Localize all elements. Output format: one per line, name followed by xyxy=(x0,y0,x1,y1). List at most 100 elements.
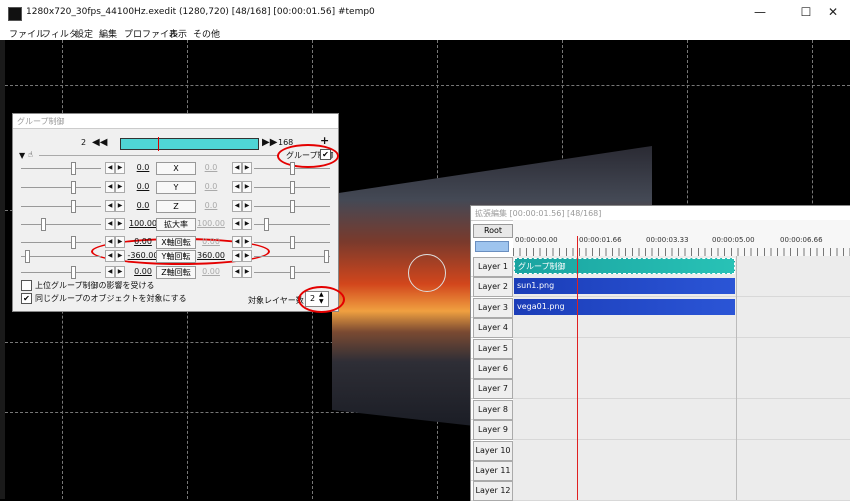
param-name-button[interactable]: X xyxy=(156,162,196,175)
increment-right-button[interactable]: ▶ xyxy=(242,266,252,278)
menu-view[interactable]: 表示 xyxy=(169,27,187,40)
param-left-slider[interactable] xyxy=(21,236,101,249)
param-right-slider[interactable] xyxy=(254,236,330,249)
slider-thumb[interactable] xyxy=(290,162,295,175)
param-right-value[interactable]: 0.0 xyxy=(191,163,231,172)
layer-track[interactable] xyxy=(513,337,850,358)
slider-thumb[interactable] xyxy=(290,266,295,279)
layer-label[interactable]: Layer 12 xyxy=(473,481,513,501)
param-right-value[interactable]: 360.00 xyxy=(191,251,231,260)
maximize-button[interactable]: ☐ xyxy=(796,4,816,20)
collapse-triangle-icon[interactable]: ▼ xyxy=(19,151,25,160)
param-right-value[interactable]: 0.00 xyxy=(191,237,231,246)
frame-range-slider[interactable] xyxy=(120,137,259,151)
menu-filter[interactable]: フィルタ xyxy=(42,27,78,40)
param-left-slider[interactable] xyxy=(21,162,101,175)
param-right-slider[interactable] xyxy=(254,200,330,213)
increment-right-button[interactable]: ▶ xyxy=(242,162,252,174)
slider-thumb[interactable] xyxy=(71,200,76,213)
vega01-clip[interactable]: vega01.png xyxy=(514,299,735,315)
decrement-right-button[interactable]: ◀ xyxy=(232,181,242,193)
layer-label[interactable]: Layer 5 xyxy=(473,338,513,359)
fast-forward-icon[interactable]: ▶▶ xyxy=(262,137,277,148)
layer-label[interactable]: Layer 3 xyxy=(473,297,513,318)
layer-track[interactable] xyxy=(513,460,850,480)
layer-label[interactable]: Layer 8 xyxy=(473,399,513,420)
timeline-scrollbar[interactable] xyxy=(475,241,509,252)
layer-track[interactable] xyxy=(513,439,850,460)
increment-right-button[interactable]: ▶ xyxy=(242,236,252,248)
param-right-value[interactable]: 0.0 xyxy=(191,201,231,210)
decrement-right-button[interactable]: ◀ xyxy=(232,250,242,262)
decrement-right-button[interactable]: ◀ xyxy=(232,162,242,174)
minimize-button[interactable]: — xyxy=(750,4,770,20)
rewind-icon[interactable]: ◀◀ xyxy=(92,137,107,148)
layer-label[interactable]: Layer 1 xyxy=(473,257,513,277)
slider-thumb[interactable] xyxy=(71,181,76,194)
param-name-button[interactable]: Y xyxy=(156,181,196,194)
menu-other[interactable]: その他 xyxy=(193,27,220,40)
slider-thumb[interactable] xyxy=(71,266,76,279)
sun1-clip[interactable]: sun1.png xyxy=(514,278,735,294)
slider-thumb[interactable] xyxy=(290,200,295,213)
close-button[interactable]: ✕ xyxy=(823,4,843,20)
increment-right-button[interactable]: ▶ xyxy=(242,200,252,212)
param-right-slider[interactable] xyxy=(254,266,330,279)
param-right-slider[interactable] xyxy=(254,181,330,194)
decrement-right-button[interactable]: ◀ xyxy=(232,266,242,278)
same-group-checkbox[interactable]: ✔ xyxy=(21,293,32,304)
inherit-upper-group-checkbox[interactable] xyxy=(21,280,32,291)
hand-icon[interactable]: ☝ xyxy=(28,150,33,159)
param-name-button[interactable]: Y軸回転 xyxy=(156,250,196,263)
layer-track[interactable] xyxy=(513,378,850,399)
param-name-button[interactable]: Z軸回転 xyxy=(156,266,196,279)
increment-right-button[interactable]: ▶ xyxy=(242,218,252,230)
param-right-slider[interactable] xyxy=(254,250,330,263)
param-left-slider[interactable] xyxy=(21,266,101,279)
layer-track[interactable] xyxy=(513,317,850,338)
layer-track[interactable] xyxy=(513,398,850,419)
slider-thumb[interactable] xyxy=(71,236,76,249)
slider-thumb[interactable] xyxy=(290,236,295,249)
decrement-right-button[interactable]: ◀ xyxy=(232,200,242,212)
param-name-button[interactable]: X軸回転 xyxy=(156,236,196,249)
slider-thumb[interactable] xyxy=(25,250,30,263)
group-control-clip[interactable]: グループ制御 xyxy=(514,258,735,274)
menu-edit[interactable]: 編集 xyxy=(99,27,117,40)
param-right-slider[interactable] xyxy=(254,218,330,231)
layer-label[interactable]: Layer 10 xyxy=(473,440,513,461)
slider-thumb[interactable] xyxy=(324,250,329,263)
playhead[interactable] xyxy=(577,236,578,500)
time-ruler[interactable]: 00:00:00.00 00:00:01.66 00:00:03.33 00:0… xyxy=(513,220,850,257)
decrement-right-button[interactable]: ◀ xyxy=(232,218,242,230)
param-left-slider[interactable] xyxy=(21,181,101,194)
layer-label[interactable]: Layer 7 xyxy=(473,379,513,400)
param-right-value[interactable]: 100.00 xyxy=(191,219,231,228)
layer-label[interactable]: Layer 9 xyxy=(473,420,513,441)
slider-thumb[interactable] xyxy=(71,162,76,175)
layer-track[interactable] xyxy=(513,480,850,501)
param-name-button[interactable]: 拡大率 xyxy=(156,218,196,231)
slider-thumb[interactable] xyxy=(264,218,269,231)
param-left-slider[interactable] xyxy=(21,200,101,213)
layer-label[interactable]: Layer 4 xyxy=(473,318,513,339)
layer-label[interactable]: Layer 2 xyxy=(473,277,513,298)
menu-file[interactable]: ファイル xyxy=(9,27,45,40)
increment-right-button[interactable]: ▶ xyxy=(242,181,252,193)
param-name-button[interactable]: Z xyxy=(156,200,196,213)
param-right-value[interactable]: 0.00 xyxy=(191,267,231,276)
decrement-right-button[interactable]: ◀ xyxy=(232,236,242,248)
param-right-slider[interactable] xyxy=(254,162,330,175)
increment-right-button[interactable]: ▶ xyxy=(242,250,252,262)
layer-label[interactable]: Layer 6 xyxy=(473,359,513,379)
menu-settings[interactable]: 設定 xyxy=(75,27,93,40)
root-button[interactable]: Root xyxy=(473,224,513,238)
layer-label[interactable]: Layer 11 xyxy=(473,461,513,481)
rotation-handle-circle[interactable] xyxy=(408,254,446,292)
slider-thumb[interactable] xyxy=(290,181,295,194)
layer-track[interactable] xyxy=(513,358,850,378)
param-right-value[interactable]: 0.0 xyxy=(191,182,231,191)
param-left-slider[interactable] xyxy=(21,250,101,263)
param-left-slider[interactable] xyxy=(21,218,101,231)
layer-track[interactable] xyxy=(513,419,850,440)
